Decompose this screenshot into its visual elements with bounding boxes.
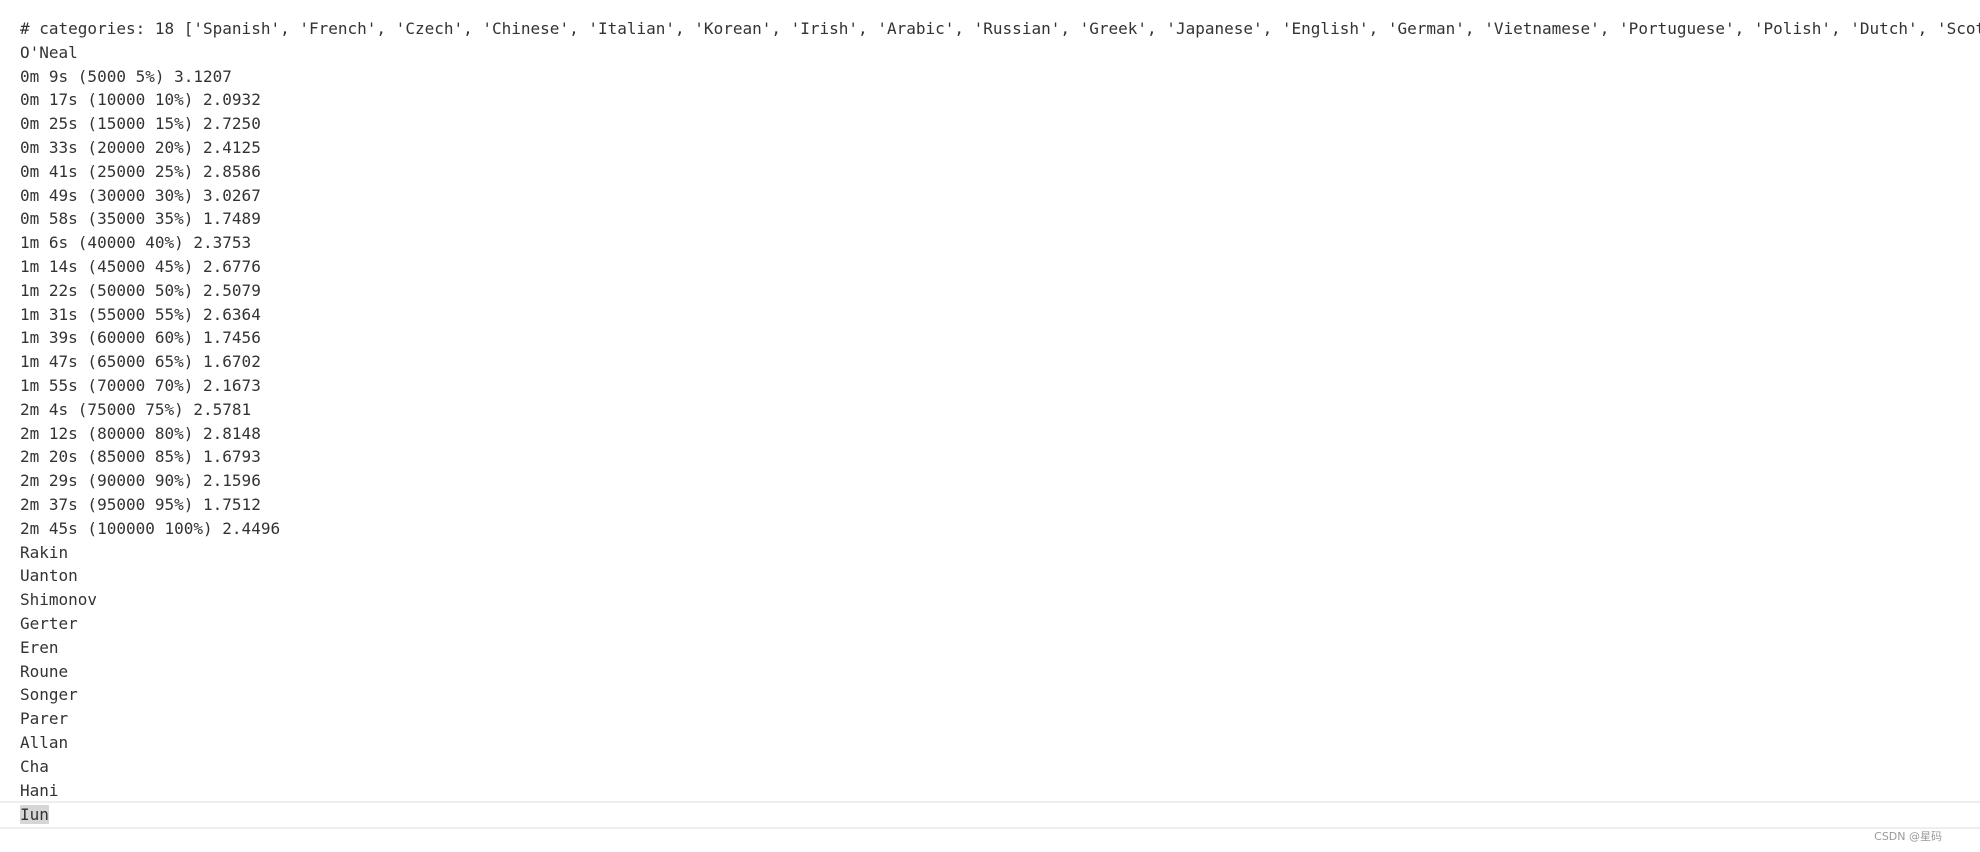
output-line: 0m 9s (5000 5%) 3.1207 xyxy=(20,66,232,86)
selected-text: Iun xyxy=(20,805,49,825)
output-line: 0m 17s (10000 10%) 2.0932 xyxy=(20,90,261,110)
output-line: Uanton xyxy=(20,566,78,586)
output-line: Hani xyxy=(20,780,59,800)
output-line: 1m 39s (60000 60%) 1.7456 xyxy=(20,328,261,348)
output-line: 1m 22s (50000 50%) 2.5079 xyxy=(20,280,261,300)
output-line: Songer xyxy=(20,685,78,705)
console-output: # categories: 18 ['Spanish', 'French', '… xyxy=(0,17,1980,830)
output-line: 0m 49s (30000 30%) 3.0267 xyxy=(20,185,261,205)
output-line: 0m 25s (15000 15%) 2.7250 xyxy=(20,114,261,134)
output-line: 1m 55s (70000 70%) 2.1673 xyxy=(20,375,261,395)
output-line: Allan xyxy=(20,732,69,752)
output-line: 2m 12s (80000 80%) 2.8148 xyxy=(20,423,261,443)
output-line: 2m 4s (75000 75%) 2.5781 xyxy=(20,399,252,419)
output-line: Gerter xyxy=(20,613,78,633)
output-line-selected[interactable]: Iun xyxy=(0,801,1980,830)
output-line: O'Neal xyxy=(20,42,78,62)
output-line: Cha xyxy=(20,756,49,776)
output-line: Eren xyxy=(20,637,59,657)
output-line: Rakin xyxy=(20,542,69,562)
output-line: # categories: 18 ['Spanish', 'French', '… xyxy=(20,19,1980,38)
output-line: Roune xyxy=(20,661,69,681)
output-line: 0m 33s (20000 20%) 2.4125 xyxy=(20,137,261,157)
output-line: 1m 6s (40000 40%) 2.3753 xyxy=(20,233,252,253)
output-line: 1m 47s (65000 65%) 1.6702 xyxy=(20,352,261,372)
output-line: 2m 29s (90000 90%) 2.1596 xyxy=(20,471,261,491)
output-line: 1m 31s (55000 55%) 2.6364 xyxy=(20,304,261,324)
output-line: Shimonov xyxy=(20,590,98,610)
output-line: 2m 20s (85000 85%) 1.6793 xyxy=(20,447,261,467)
watermark: CSDN @星码 xyxy=(1874,830,1942,843)
output-line: 0m 41s (25000 25%) 2.8586 xyxy=(20,161,261,181)
output-line: 2m 37s (95000 95%) 1.7512 xyxy=(20,494,261,514)
output-line: 1m 14s (45000 45%) 2.6776 xyxy=(20,256,261,276)
output-line: 0m 58s (35000 35%) 1.7489 xyxy=(20,209,261,229)
output-line: Parer xyxy=(20,709,69,729)
output-line: 2m 45s (100000 100%) 2.4496 xyxy=(20,518,281,538)
